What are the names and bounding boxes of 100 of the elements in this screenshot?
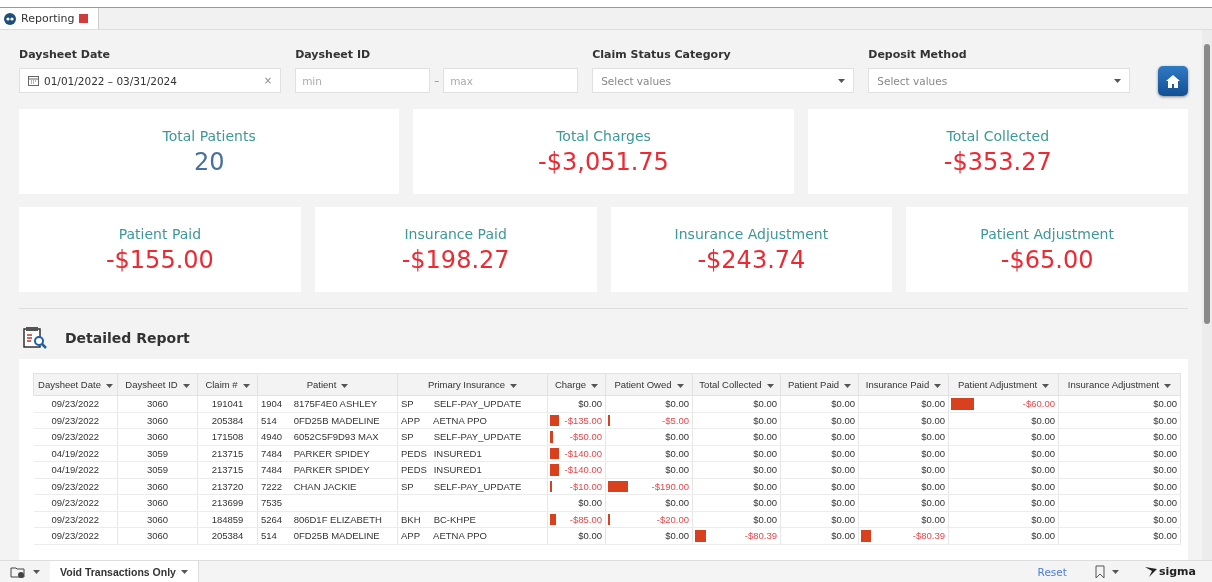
select-field[interactable]: Select values [868, 68, 1131, 93]
table-cell: SP SELF-PAY_UPDATE [397, 428, 548, 445]
amount-cell-text: -$85.00 [568, 513, 602, 525]
amount-cell-text: $0.00 [752, 480, 777, 492]
column-header[interactable]: Insurance Adjustment [1058, 373, 1181, 396]
column-header[interactable]: Claim # [197, 373, 258, 396]
table-cell: 205384 [197, 412, 258, 429]
close-icon[interactable] [79, 14, 89, 23]
column-header[interactable]: Daysheet ID [117, 373, 198, 396]
table-cell: 191041 [197, 395, 258, 412]
amount-cell-text: $0.00 [664, 464, 689, 476]
amount-cell-text: $0.00 [830, 480, 855, 492]
amount-cell-text: $0.00 [577, 398, 602, 410]
range-separator: – [434, 75, 440, 86]
table-cell: 213720 [197, 478, 258, 495]
table-cell: 3060 [117, 527, 198, 544]
caret-icon [1164, 384, 1172, 388]
amount-cell-text: -$190.00 [650, 480, 689, 492]
caret-icon [182, 384, 190, 388]
amount-cell-text: $0.00 [752, 414, 777, 426]
amount-cell-text: $0.00 [830, 513, 855, 525]
kpi-value: -$353.27 [943, 147, 1052, 176]
reset-link[interactable]: Reset [1037, 565, 1067, 578]
column-header[interactable]: Patient [257, 373, 398, 396]
reporting-tab[interactable]: Reporting [0, 8, 100, 29]
column-header[interactable]: Charge [547, 373, 606, 396]
amount-cell-text: $0.00 [1152, 414, 1177, 426]
amount-cell-text: -$140.00 [563, 447, 602, 459]
table-cell: 3060 [117, 412, 198, 429]
table-cell: 213699 [197, 494, 258, 511]
column-header[interactable]: Primary Insurance [397, 373, 548, 396]
amount-cell-text: $0.00 [1152, 513, 1177, 525]
kpi-value: -$243.74 [697, 245, 806, 274]
amount-cell-text: -$20.00 [655, 513, 689, 525]
column-header[interactable]: Patient Adjustment [948, 373, 1059, 396]
amount-cell-text: $0.00 [752, 497, 777, 509]
home-button[interactable] [1158, 66, 1188, 96]
amount-cell-text: $0.00 [830, 414, 855, 426]
kpi-value: -$3,051.75 [538, 147, 669, 176]
amount-cell-text: $0.00 [1030, 431, 1055, 443]
caret-icon [1111, 569, 1119, 574]
amount-cell-text: $0.00 [664, 398, 689, 410]
amount-cell-text: -$140.00 [563, 464, 602, 476]
amount-cell-text: $0.00 [1152, 398, 1177, 410]
scrollbar-thumb[interactable] [1204, 44, 1210, 324]
table-cell: 09/23/2022 [33, 395, 118, 412]
column-header[interactable]: Total Collected [692, 373, 781, 396]
date-range-value: 01/01/2022 – 03/31/2024 [44, 74, 178, 87]
caret-icon [1114, 78, 1122, 83]
report-icon [23, 327, 47, 349]
column-header[interactable]: Patient Owed [605, 373, 693, 396]
table-cell: 7484 PARKER SPIDEY [257, 461, 398, 478]
section-title: Detailed Report [65, 330, 190, 346]
app-logo-icon [4, 12, 16, 25]
kpi-title: Insurance Adjustment [674, 225, 829, 242]
kpi-title: Patient Adjustment [980, 225, 1114, 242]
clear-button[interactable]: × [263, 75, 273, 86]
amount-cell-text: $0.00 [1152, 497, 1177, 509]
amount-cell-text: $0.00 [920, 431, 945, 443]
select-field[interactable]: Select values [592, 68, 855, 93]
amount-cell-text: $0.00 [920, 497, 945, 509]
column-header[interactable]: Patient Paid [780, 373, 859, 396]
amount-cell-text: $0.00 [664, 497, 689, 509]
amount-cell-text: $0.00 [664, 431, 689, 443]
table-cell: 3060 [117, 494, 198, 511]
amount-cell-text: $0.00 [752, 398, 777, 410]
amount-cell-text: $0.00 [1152, 464, 1177, 476]
amount-cell-text: $0.00 [664, 530, 689, 542]
table-cell: 04/19/2022 [33, 461, 118, 478]
table-cell: 5264 806D1F ELIZABETH [257, 511, 398, 528]
date-range-field[interactable]: 01/01/2022 – 03/31/2024 × [19, 68, 282, 93]
amount-cell-text: $0.00 [1030, 497, 1055, 509]
amount-cell-text: $0.00 [830, 464, 855, 476]
caret-icon [242, 384, 250, 388]
column-header[interactable]: Daysheet Date [33, 373, 118, 396]
page-tab[interactable]: Void Transactions Only [50, 560, 199, 582]
amount-cell-text: $0.00 [830, 398, 855, 410]
caret-icon [676, 384, 684, 388]
caret-icon [1042, 384, 1050, 388]
amount-cell-text: $0.00 [1030, 464, 1055, 476]
table-cell: 7535 [257, 494, 398, 511]
amount-cell-text: $0.00 [752, 464, 777, 476]
table-cell: BKH BC-KHPE [397, 511, 548, 528]
column-header[interactable]: Insurance Paid [858, 373, 949, 396]
amount-cell-text: $0.00 [664, 447, 689, 459]
caret-icon [105, 384, 113, 388]
amount-cell-text: $0.00 [1030, 447, 1055, 459]
kpi-value: -$155.00 [105, 245, 214, 274]
kpi-title: Insurance Paid [404, 225, 507, 242]
table-cell: 1904 8175F4E0 ASHLEY [257, 395, 398, 412]
amount-cell-text: -$10.00 [568, 480, 602, 492]
folder-icon [10, 565, 26, 578]
bookmark-icon [1094, 564, 1105, 579]
table-cell: PEDS INSURED1 [397, 445, 548, 462]
table-cell: PEDS INSURED1 [397, 461, 548, 478]
amount-cell-text: $0.00 [1152, 530, 1177, 542]
amount-cell-text: $0.00 [577, 497, 602, 509]
table-cell: 3060 [117, 511, 198, 528]
table-cell: 09/23/2022 [33, 494, 118, 511]
table-cell: 205384 [197, 527, 258, 544]
